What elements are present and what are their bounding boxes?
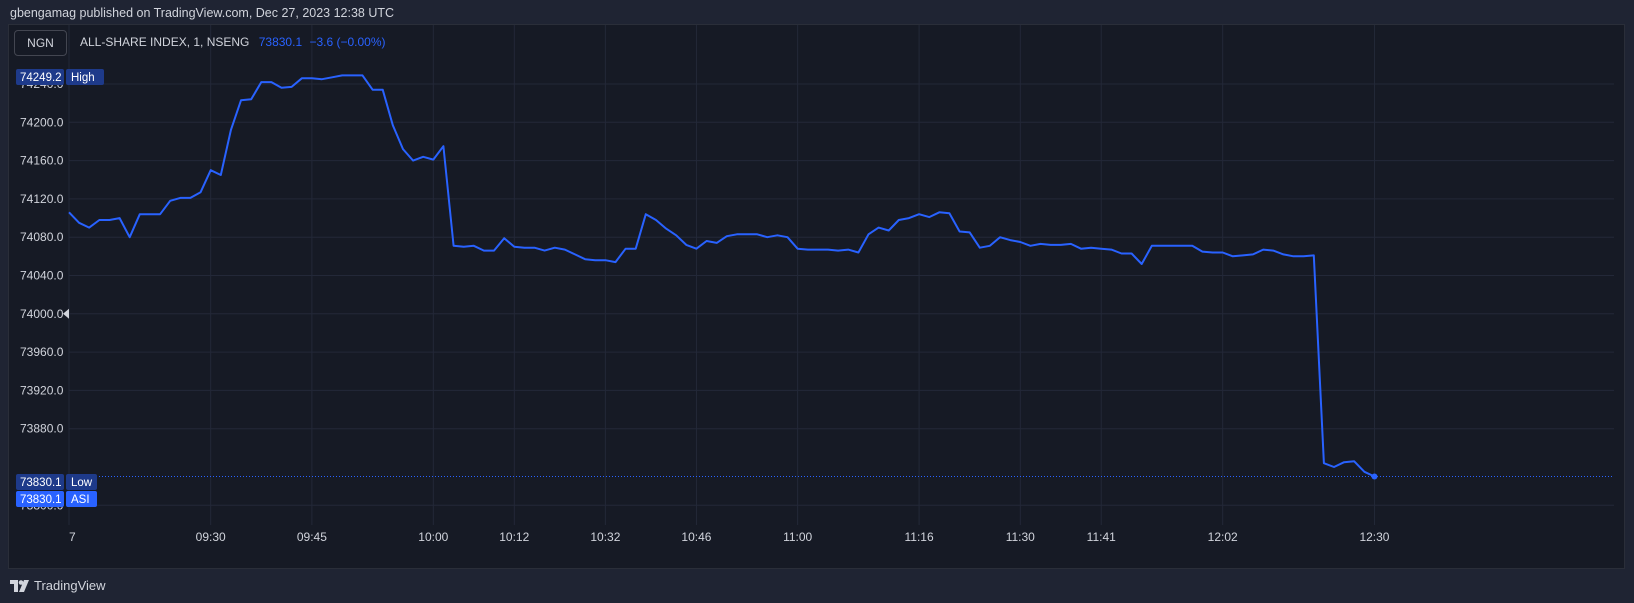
y-tick-label: 73920.0 bbox=[20, 383, 64, 397]
x-axis-labels: 7 09:30 09:45 10:00 10:12 10:32 10:46 11:00 11:1… bbox=[69, 530, 1390, 544]
x-tick-label: 12:30 bbox=[1359, 530, 1389, 544]
price-change: −3.6 (−0.00%) bbox=[309, 35, 386, 49]
price-markers: 74249.2 High 73830.1 Low 73830.1 ASI bbox=[16, 69, 104, 507]
y-tick-label: 74080.0 bbox=[20, 230, 64, 244]
low-marker-value: 73830.1 bbox=[20, 477, 62, 489]
x-tick-label: 10:32 bbox=[590, 530, 620, 544]
x-tick-label: 10:12 bbox=[499, 530, 529, 544]
high-marker: 74249.2 High bbox=[16, 69, 104, 85]
x-tick-label: 10:00 bbox=[418, 530, 448, 544]
x-tick-label: 7 bbox=[69, 530, 76, 544]
published-by-line: gbengamag published on TradingView.com, … bbox=[10, 6, 395, 20]
x-tick-label: 11:41 bbox=[1087, 530, 1116, 544]
x-tick-label: 11:30 bbox=[1006, 530, 1035, 544]
chart-panel[interactable]: 74240.074200.074160.074120.074080.074040… bbox=[8, 24, 1625, 569]
high-marker-label: High bbox=[71, 72, 95, 84]
last-price-marker-label: ASI bbox=[71, 494, 90, 506]
y-tick-label: 74160.0 bbox=[20, 154, 64, 168]
currency-selector[interactable]: NGN bbox=[14, 30, 67, 56]
y-tick-label: 73960.0 bbox=[20, 345, 64, 359]
brand-name: TradingView bbox=[34, 578, 106, 593]
last-price-dot bbox=[1371, 473, 1378, 480]
x-tick-label: 09:45 bbox=[297, 530, 327, 544]
y-tick-label: 73880.0 bbox=[20, 422, 64, 436]
x-tick-label: 09:30 bbox=[196, 530, 226, 544]
y-tick-label: 74000.0 bbox=[20, 307, 64, 321]
x-tick-label: 11:00 bbox=[783, 530, 812, 544]
symbol-legend: ALL-SHARE INDEX, 1, NSENG 73830.1 −3.6 (… bbox=[80, 35, 386, 49]
last-price-marker: 73830.1 ASI bbox=[16, 491, 97, 507]
last-value: 73830.1 bbox=[258, 35, 303, 49]
x-tick-label: 11:16 bbox=[905, 530, 934, 544]
tradingview-brand[interactable]: TradingView bbox=[10, 578, 106, 593]
low-marker-label: Low bbox=[71, 477, 93, 489]
price-scale-cursor-arrow bbox=[63, 308, 69, 319]
tradingview-logo-icon bbox=[10, 579, 29, 592]
symbol-name: ALL-SHARE INDEX, 1, NSENG bbox=[80, 35, 250, 49]
y-tick-label: 74120.0 bbox=[20, 192, 64, 206]
last-price-marker-value: 73830.1 bbox=[20, 494, 62, 506]
high-marker-value: 74249.2 bbox=[20, 72, 62, 84]
y-tick-label: 74040.0 bbox=[20, 269, 64, 283]
grid-lines bbox=[68, 25, 1614, 525]
x-tick-label: 12:02 bbox=[1208, 530, 1238, 544]
x-tick-label: 10:46 bbox=[681, 530, 711, 544]
price-chart[interactable]: 74240.074200.074160.074120.074080.074040… bbox=[9, 25, 1626, 570]
y-tick-label: 74200.0 bbox=[20, 115, 64, 129]
low-marker: 73830.1 Low bbox=[16, 474, 97, 490]
y-axis-labels: 74240.074200.074160.074120.074080.074040… bbox=[20, 77, 64, 512]
